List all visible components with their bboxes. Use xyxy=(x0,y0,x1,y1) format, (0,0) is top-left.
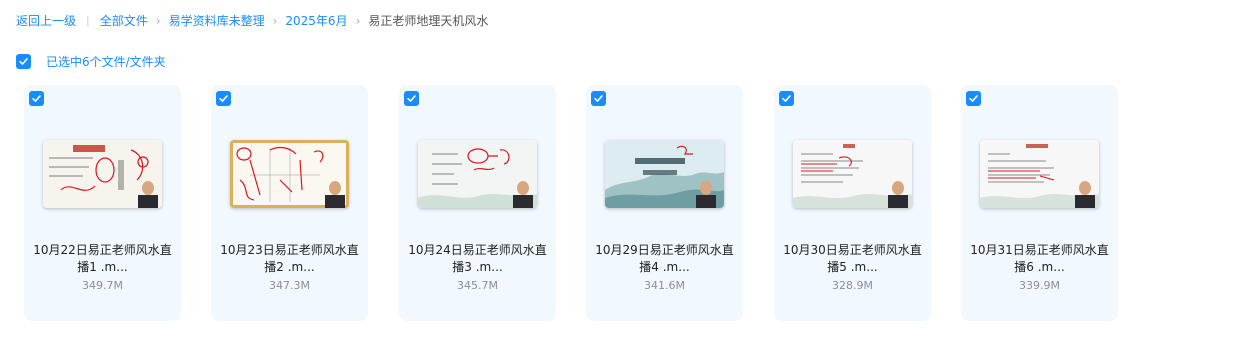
file-name-line: 播1 .m... xyxy=(77,260,128,274)
back-link[interactable]: 返回上一级 xyxy=(16,12,76,29)
file-name-line: 播3 .m... xyxy=(452,260,503,274)
file-name-line: 10月29日易正老师风水直 xyxy=(595,243,734,257)
breadcrumb: 返回上一级 | 全部文件 › 易学资料库未整理 › 2025年6月 › 易正老师… xyxy=(16,12,488,29)
video-thumbnail xyxy=(793,140,912,208)
file-size: 349.7M xyxy=(82,279,123,292)
video-thumbnail xyxy=(43,140,162,208)
breadcrumb-item-all-files[interactable]: 全部文件 xyxy=(100,12,148,29)
file-size: 345.7M xyxy=(457,279,498,292)
file-name-line: 播4 .m... xyxy=(639,260,690,274)
checkmark-icon xyxy=(594,95,603,102)
file-card[interactable]: 10月31日易正老师风水直 播6 .m... 339.9M xyxy=(961,85,1118,321)
file-card[interactable]: 10月30日易正老师风水直 播5 .m... 328.9M xyxy=(774,85,931,321)
checkmark-icon xyxy=(782,95,791,102)
select-all-bar: 已选中6个文件/文件夹 xyxy=(16,53,166,70)
breadcrumb-item-library[interactable]: 易学资料库未整理 xyxy=(169,12,265,29)
file-name: 10月22日易正老师风水直 播1 .m... xyxy=(32,242,173,276)
breadcrumb-current-folder: 易正老师地理天机风水 xyxy=(368,14,489,28)
chevron-right-icon: › xyxy=(272,13,278,28)
file-name: 10月23日易正老师风水直 播2 .m... xyxy=(219,242,360,276)
video-thumbnail xyxy=(418,140,537,208)
divider: | xyxy=(86,14,90,27)
file-size: 328.9M xyxy=(832,279,873,292)
video-thumbnail xyxy=(230,140,349,208)
file-name-line: 10月30日易正老师风水直 xyxy=(783,243,922,257)
file-checkbox[interactable] xyxy=(29,91,44,106)
file-checkbox[interactable] xyxy=(966,91,981,106)
checkmark-icon xyxy=(407,95,416,102)
file-name-line: 播5 .m... xyxy=(827,260,878,274)
file-card[interactable]: 10月22日易正老师风水直 播1 .m... 349.7M xyxy=(24,85,181,321)
file-name-line: 10月22日易正老师风水直 xyxy=(33,243,172,257)
file-checkbox[interactable] xyxy=(779,91,794,106)
file-name-line: 10月24日易正老师风水直 xyxy=(408,243,547,257)
file-name: 10月30日易正老师风水直 播5 .m... xyxy=(782,242,923,276)
file-checkbox[interactable] xyxy=(591,91,606,106)
checkmark-icon xyxy=(32,95,41,102)
checkmark-icon xyxy=(19,58,28,65)
file-name-line: 10月23日易正老师风水直 xyxy=(220,243,359,257)
file-name-line: 10月31日易正老师风水直 xyxy=(970,243,1109,257)
selection-count-label: 已选中6个文件/文件夹 xyxy=(46,55,166,69)
file-size: 339.9M xyxy=(1019,279,1060,292)
file-name: 10月31日易正老师风水直 播6 .m... xyxy=(969,242,1110,276)
chevron-right-icon: › xyxy=(155,13,161,28)
chevron-right-icon: › xyxy=(355,13,361,28)
file-checkbox[interactable] xyxy=(216,91,231,106)
file-name-line: 播6 .m... xyxy=(1014,260,1065,274)
file-name: 10月24日易正老师风水直 播3 .m... xyxy=(407,242,548,276)
file-size: 347.3M xyxy=(269,279,310,292)
file-name-line: 播2 .m... xyxy=(264,260,315,274)
video-thumbnail xyxy=(980,140,1099,208)
breadcrumb-item-month[interactable]: 2025年6月 xyxy=(285,12,347,29)
file-card[interactable]: 10月24日易正老师风水直 播3 .m... 345.7M xyxy=(399,85,556,321)
checkmark-icon xyxy=(969,95,978,102)
file-card[interactable]: 10月23日易正老师风水直 播2 .m... 347.3M xyxy=(211,85,368,321)
file-checkbox[interactable] xyxy=(404,91,419,106)
select-all-checkbox[interactable] xyxy=(16,54,31,69)
checkmark-icon xyxy=(219,95,228,102)
video-thumbnail xyxy=(605,140,724,208)
file-card[interactable]: 10月29日易正老师风水直 播4 .m... 341.6M xyxy=(586,85,743,321)
file-name: 10月29日易正老师风水直 播4 .m... xyxy=(594,242,735,276)
file-size: 341.6M xyxy=(644,279,685,292)
